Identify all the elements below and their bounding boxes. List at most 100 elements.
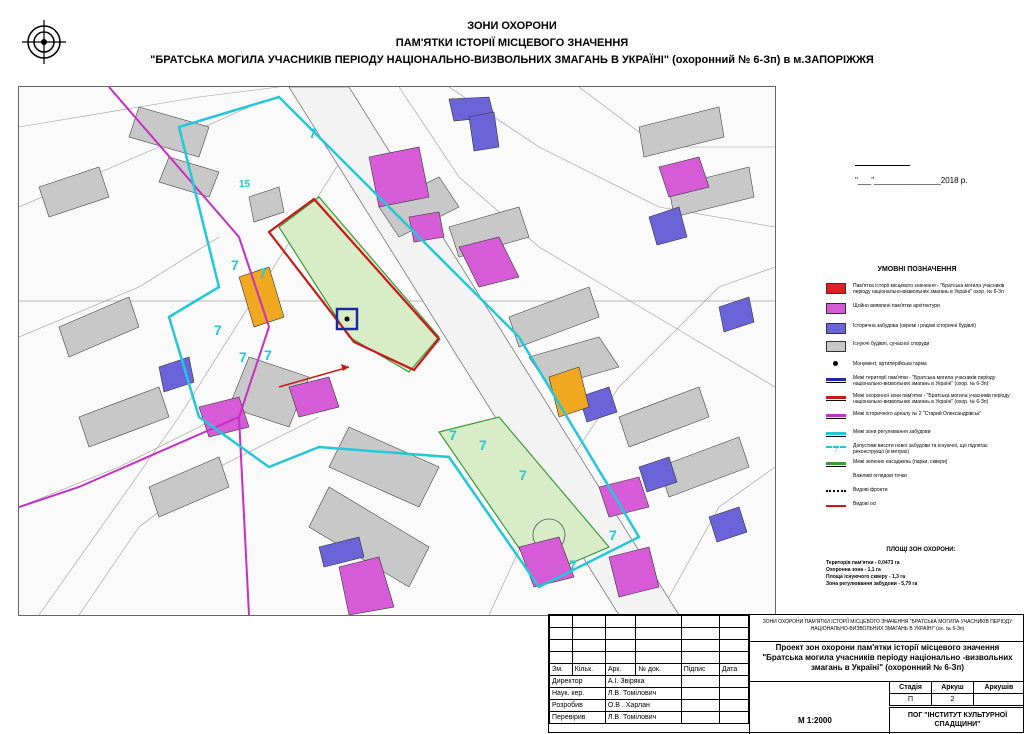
monument-marker bbox=[344, 316, 350, 322]
zone-area-line: Зона регулювання забудови - 5,79 га bbox=[826, 581, 918, 587]
legend-item: Межі історичного ареалу № 2 "Старий Олек… bbox=[826, 411, 1018, 427]
signer-name: А.І. Звіряка bbox=[604, 675, 682, 688]
sheets-header: Аркушів bbox=[972, 681, 1024, 694]
organization-name: ПОГ "ІНСТИТУТ КУЛЬТУРНОЇ СПАДЩИНИ" bbox=[889, 707, 1024, 734]
legend-label: Межі історичного ареалу № 2 "Старий Олек… bbox=[853, 411, 982, 417]
approval-date: "___"_______________2018 р. bbox=[855, 176, 968, 185]
legend-swatch bbox=[826, 303, 846, 314]
map-title-line-3: "БРАТСЬКА МОГИЛА УЧАСНИКІВ ПЕРІОДУ НАЦІО… bbox=[150, 54, 874, 66]
title-block: Зм. Кільк. Арк. № док. Підпис Дата Дирек… bbox=[548, 614, 1024, 734]
stamp-title-line: "Братська могила учасників періоду націо… bbox=[762, 653, 1013, 662]
legend-label: Видові осі bbox=[853, 501, 877, 507]
legend-label: Монумент, артилерійська гарма bbox=[853, 361, 927, 367]
legend-item: Щойно виявлені пам'ятки архітектури bbox=[826, 303, 1018, 319]
zone-area-line: Охоронна зона - 1,1 га bbox=[826, 567, 881, 573]
map-title-line-2: ПАМ'ЯТКИ ІСТОРІЇ МІСЦЕВОГО ЗНАЧЕННЯ bbox=[395, 37, 629, 49]
signer-role: Розробив bbox=[549, 699, 606, 712]
legend-label: Межі території пам'ятки - "Братська моги… bbox=[853, 375, 996, 387]
zone-area-line: Територія пам'ятки - 0,0473 га bbox=[826, 560, 900, 566]
org-line: ПОГ "ІНСТИТУТ КУЛЬТУРНОЇ bbox=[907, 712, 1008, 719]
legend-label: Межі охоронної зони пам'ятки - "Братська… bbox=[853, 393, 1010, 405]
signer-name: О.В . Харлан bbox=[604, 699, 682, 712]
signer-name: Л.В. Томілович bbox=[604, 711, 682, 724]
map-scale: М 1:2000 bbox=[798, 716, 832, 725]
stamp-title-line: змагань в Україні" (охоронний № 6-Зп) bbox=[810, 663, 964, 672]
signer-name: Л.В. Томілович bbox=[604, 687, 682, 700]
col-header: Арк. bbox=[604, 663, 637, 676]
col-header: Кільк. bbox=[571, 663, 606, 676]
height-label: 7 bbox=[309, 125, 317, 141]
height-label: 7 bbox=[519, 467, 527, 483]
height-label: 7 bbox=[569, 557, 577, 573]
legend-swatch bbox=[826, 323, 846, 334]
height-label: 7 bbox=[259, 265, 267, 281]
revision-table: Зм. Кільк. Арк. № док. Підпис Дата Дирек… bbox=[549, 615, 750, 724]
legend-swatch: 7 bbox=[826, 446, 846, 454]
legend-item: Історична забудова (окремі і рядові істо… bbox=[826, 323, 1018, 339]
legend-label: Важливі оглядові точки bbox=[853, 473, 907, 479]
legend-swatch bbox=[826, 283, 846, 294]
legend-swatch bbox=[826, 505, 846, 507]
stamp-scale-cell: М 1:2000 bbox=[749, 681, 889, 734]
col-header: Дата bbox=[718, 663, 750, 676]
legend-swatch bbox=[826, 473, 846, 484]
signer-role: Перевірив bbox=[549, 711, 606, 724]
stamp-project-subtitle: ЗОНИ ОХОРОНИ ПАМ'ЯТКИ ІСТОРІЇ МІСЦЕВОГО … bbox=[749, 615, 1024, 641]
legend-label: Історична забудова (окремі і рядові істо… bbox=[853, 323, 976, 329]
legend-swatch bbox=[826, 414, 846, 419]
height-label: 7 bbox=[239, 349, 247, 365]
sheet-value: 2 bbox=[931, 693, 974, 706]
legend-swatch bbox=[833, 361, 838, 366]
zone-area-line: Площа існуючого скверу - 1,3 га bbox=[826, 574, 906, 580]
approval-block: "___"_______________2018 р. bbox=[855, 157, 975, 185]
stamp-title-line: Проект зон охорони пам'ятки історії місц… bbox=[775, 643, 1000, 652]
legend-swatch bbox=[826, 462, 846, 467]
legend-title: УМОВНІ ПОЗНАЧЕННЯ bbox=[877, 266, 957, 273]
stamp-project-title: Проект зон охорони пам'ятки історії місц… bbox=[749, 641, 1024, 681]
height-label: 7 bbox=[264, 347, 272, 363]
height-label: 7 bbox=[214, 322, 222, 338]
map-drawing bbox=[19, 87, 775, 615]
legend-height-label: 7 bbox=[834, 448, 838, 454]
legend-label: Допустимі висоти нової забудови та існую… bbox=[853, 443, 988, 455]
legend-label: Межі зелених насаджень (парки, сквери) bbox=[853, 459, 948, 465]
legend-swatch bbox=[826, 378, 846, 383]
map-legend: УМОВНІ ПОЗНАЧЕННЯ Пам'ятка історії місце… bbox=[826, 266, 1018, 523]
legend-label: Існуючі будівлі, сучасної споруди bbox=[853, 341, 930, 347]
legend-label: Межі зони регулювання забудови bbox=[853, 429, 931, 435]
legend-label: Видові фронти bbox=[853, 487, 888, 493]
height-label: 7 bbox=[609, 527, 617, 543]
legend-swatch bbox=[826, 341, 846, 352]
col-header: Підпис bbox=[680, 663, 720, 676]
height-label: 7 bbox=[479, 437, 487, 453]
sheet-header: Аркуш bbox=[931, 681, 974, 694]
legend-item: Межі території пам'ятки - "Братська моги… bbox=[826, 375, 1018, 391]
legend-item: Межі охоронної зони пам'ятки - "Братська… bbox=[826, 393, 1018, 409]
height-label: 15 bbox=[239, 179, 251, 190]
legend-label: Щойно виявлені пам'ятки архітектури bbox=[853, 303, 940, 309]
stage-table: Стадія Аркуш Аркушів П 2 bbox=[888, 681, 1024, 706]
legend-item: 7 Допустимі висоти нової забудови та існу… bbox=[826, 443, 1018, 459]
legend-item: Існуючі будівлі, сучасної споруди bbox=[826, 341, 1018, 357]
stage-header: Стадія bbox=[888, 681, 933, 694]
height-label: 7 bbox=[449, 427, 457, 443]
signer-role: Наук. кер. bbox=[549, 687, 606, 700]
sheets-value bbox=[972, 693, 1024, 706]
org-line: СПАДЩИНИ" bbox=[934, 721, 981, 728]
col-header: Зм. bbox=[549, 663, 573, 676]
zone-areas-title: ПЛОЩІ ЗОН ОХОРОНИ: bbox=[886, 547, 956, 553]
signer-role: Директор bbox=[549, 675, 606, 688]
signature-line bbox=[855, 157, 910, 166]
height-label: 7 bbox=[231, 257, 239, 273]
stage-value: П bbox=[888, 693, 933, 706]
legend-swatch bbox=[826, 396, 846, 401]
legend-item: Пам'ятка історії місцевого значення - "Б… bbox=[826, 283, 1018, 299]
legend-item: Видові осі bbox=[826, 501, 1018, 517]
legend-swatch bbox=[826, 432, 846, 437]
map-title-line-1: ЗОНИ ОХОРОНИ bbox=[467, 20, 557, 32]
legend-swatch bbox=[826, 487, 846, 492]
zone-areas: ПЛОЩІ ЗОН ОХОРОНИ: Територія пам'ятки - … bbox=[826, 547, 1016, 588]
col-header: № док. bbox=[635, 663, 682, 676]
map-canvas[interactable]: 15 7 7 7 7 7 7 7 7 7 7 7 bbox=[18, 86, 776, 616]
legend-label: Пам'ятка історії місцевого значення - "Б… bbox=[853, 283, 1005, 295]
